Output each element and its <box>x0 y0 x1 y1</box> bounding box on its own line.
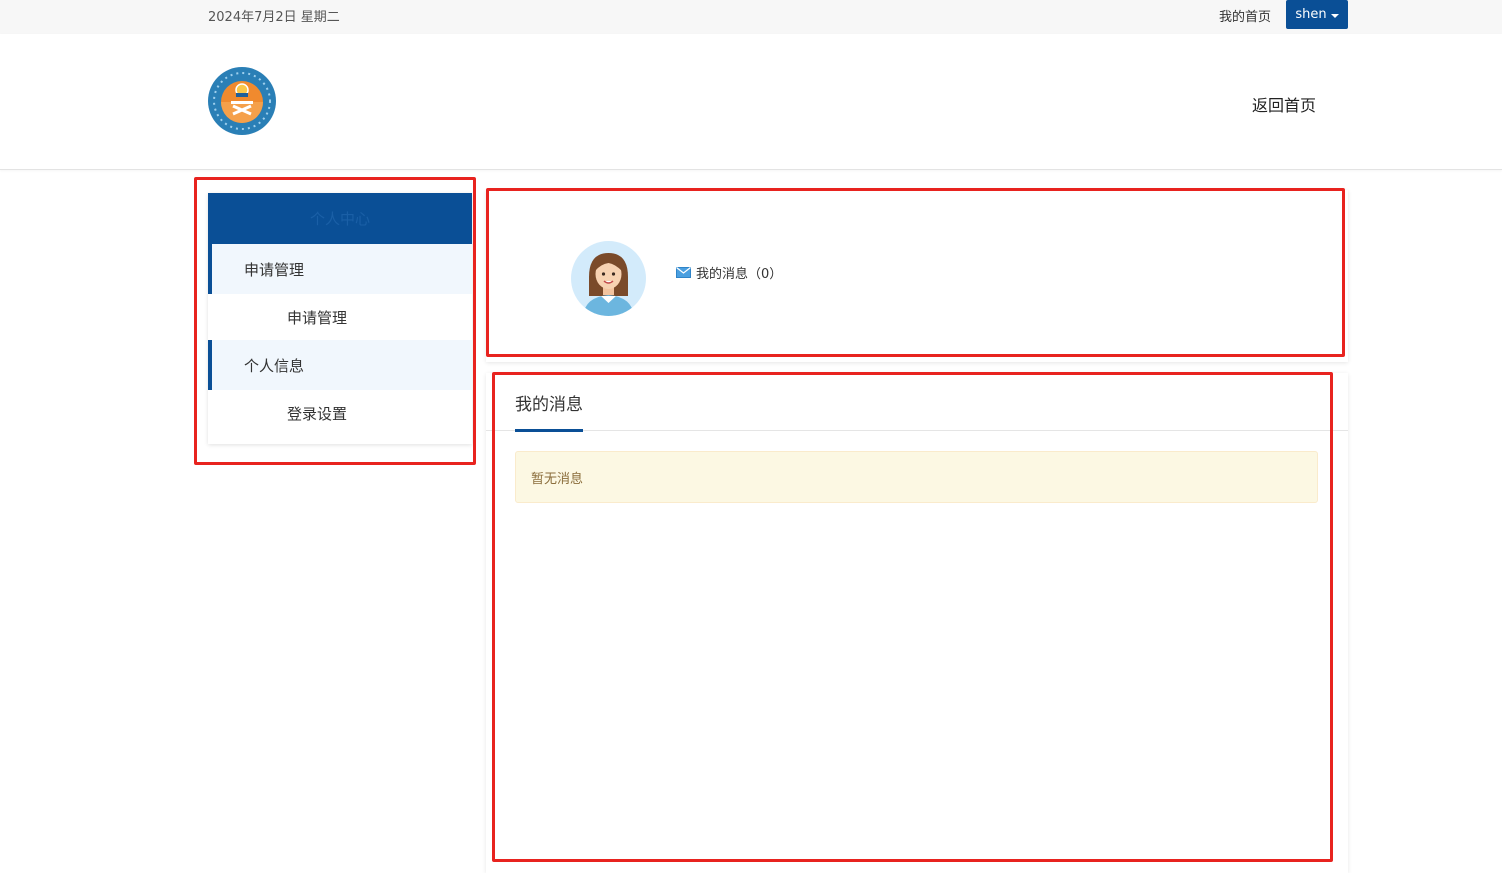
mail-icon <box>676 267 691 278</box>
messages-panel: 我的消息 暂无消息 <box>486 373 1348 873</box>
panel-header: 我的消息 <box>486 373 1348 432</box>
sidebar-menu: 个人中心 申请管理 申请管理 个人信息 登录设置 <box>208 193 472 444</box>
user-name: shen <box>1295 7 1327 22</box>
site-logo[interactable] <box>207 66 277 136</box>
sidebar-item-application-management[interactable]: 申请管理 <box>208 294 472 340</box>
my-home-link[interactable]: 我的首页 <box>1219 6 1271 25</box>
avatar <box>571 241 646 316</box>
top-bar: 2024年7月2日 星期二 我的首页 shen <box>0 0 1502 34</box>
my-messages-label: 我的消息（0） <box>696 267 783 282</box>
caret-down-icon <box>1330 13 1339 18</box>
user-menu-button[interactable]: shen <box>1286 0 1348 29</box>
tab-my-messages[interactable]: 我的消息 <box>515 390 583 432</box>
site-header: 返回首页 <box>0 34 1502 170</box>
profile-card: 我的消息（0） <box>486 190 1348 362</box>
current-date: 2024年7月2日 星期二 <box>208 10 340 25</box>
sidebar-title: 个人中心 <box>208 193 472 244</box>
sidebar-group-personal-info[interactable]: 个人信息 <box>208 340 472 390</box>
back-home-link[interactable]: 返回首页 <box>1252 92 1316 116</box>
sidebar-group-application[interactable]: 申请管理 <box>208 244 472 294</box>
empty-messages-alert: 暂无消息 <box>515 451 1318 503</box>
sidebar-item-login-settings[interactable]: 登录设置 <box>208 390 472 436</box>
my-messages-link[interactable]: 我的消息（0） <box>676 263 782 282</box>
